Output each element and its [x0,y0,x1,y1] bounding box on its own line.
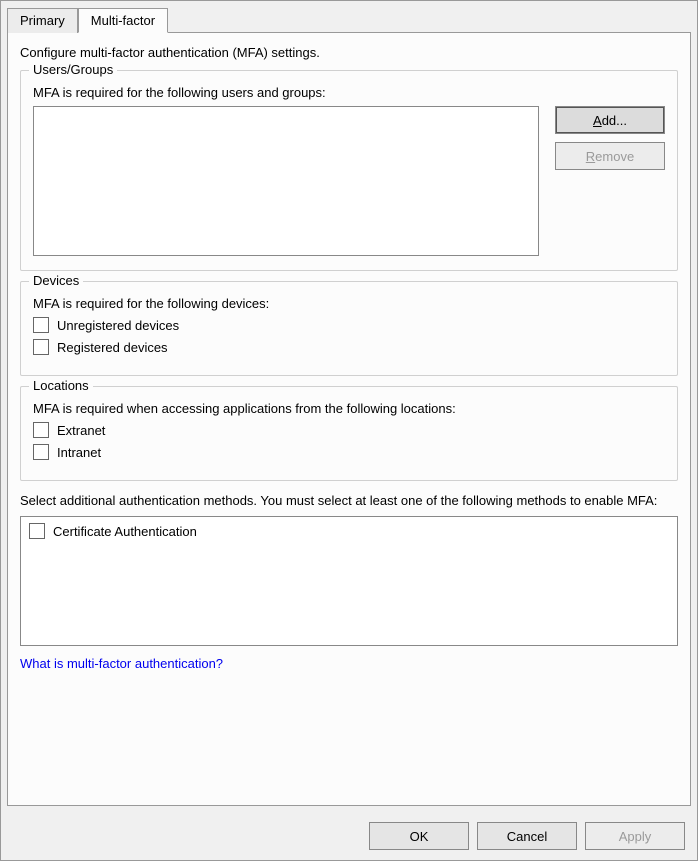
methods-description: Select additional authentication methods… [20,493,678,508]
locations-subtitle: MFA is required when accessing applicati… [33,401,665,416]
label-extranet: Extranet [57,423,105,438]
groupbox-locations: Locations MFA is required when accessing… [20,386,678,481]
label-registered-devices: Registered devices [57,340,168,355]
help-link-mfa[interactable]: What is multi-factor authentication? [20,656,678,671]
tab-panel-multifactor: Configure multi-factor authentication (M… [7,32,691,806]
groupbox-title-users: Users/Groups [29,62,117,77]
cancel-button[interactable]: Cancel [477,822,577,850]
panel-description: Configure multi-factor authentication (M… [20,45,678,60]
checkbox-registered-devices[interactable] [33,339,49,355]
devices-subtitle: MFA is required for the following device… [33,296,665,311]
checkbox-extranet[interactable] [33,422,49,438]
tab-multifactor[interactable]: Multi-factor [78,8,168,33]
remove-button[interactable]: Remove [555,142,665,170]
users-groups-subtitle: MFA is required for the following users … [33,85,665,100]
groupbox-devices: Devices MFA is required for the followin… [20,281,678,376]
groupbox-title-devices: Devices [29,273,83,288]
methods-listbox[interactable]: Certificate Authentication [20,516,678,646]
groupbox-title-locations: Locations [29,378,93,393]
label-intranet: Intranet [57,445,101,460]
apply-button[interactable]: Apply [585,822,685,850]
label-unregistered-devices: Unregistered devices [57,318,179,333]
checkbox-intranet[interactable] [33,444,49,460]
checkbox-unregistered-devices[interactable] [33,317,49,333]
label-certificate-auth: Certificate Authentication [53,524,197,539]
dialog-button-bar: OK Cancel Apply [1,812,697,860]
checkbox-certificate-auth[interactable] [29,523,45,539]
add-button[interactable]: Add... [555,106,665,134]
groupbox-users-groups: Users/Groups MFA is required for the fol… [20,70,678,271]
tab-primary[interactable]: Primary [7,8,78,33]
tab-strip: Primary Multi-factor [1,1,697,32]
users-groups-listbox[interactable] [33,106,539,256]
ok-button[interactable]: OK [369,822,469,850]
